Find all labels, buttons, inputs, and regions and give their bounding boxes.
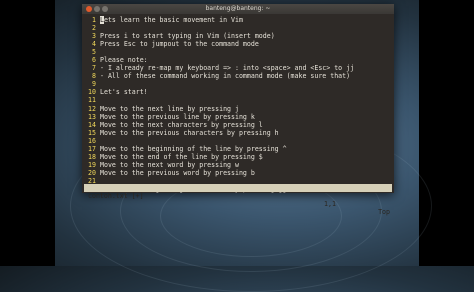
line-text: Press i to start typing in Vim (insert m… (100, 32, 275, 41)
terminal-window[interactable]: banteng@banteng: ~ 1 Lets learn the basic… (82, 4, 394, 216)
line-text: Move to the next line by pressing j (100, 104, 239, 113)
line-text: Let's start! (100, 88, 148, 97)
letterbox-left (0, 0, 55, 266)
line-text: Move to the beginning of the line by pre… (100, 144, 287, 153)
editor-line[interactable]: 11 (84, 96, 392, 104)
line-number: 17 (88, 144, 96, 153)
editor-line[interactable]: 9 (84, 80, 392, 88)
editor-line[interactable]: 10 Let's start! (84, 88, 392, 96)
line-number: 10 (88, 88, 96, 97)
window-title: banteng@banteng: ~ (205, 5, 271, 12)
line-number: 3 (92, 32, 96, 41)
line-text: - I already re-map my keyboard => : into… (100, 64, 355, 73)
status-scroll-percent: Top (378, 208, 390, 216)
line-text (100, 137, 392, 145)
line-number: 8 (92, 72, 96, 81)
editor-line[interactable]: 1 Lets learn the basic movement in Vim (84, 16, 392, 24)
editor-line[interactable]: 14 Move to the next characters by pressin… (84, 121, 392, 129)
line-number: 7 (92, 64, 96, 73)
line-number: 18 (88, 152, 96, 161)
editor-line[interactable]: 15 Move to the previous characters by pre… (84, 129, 392, 137)
line-number: 14 (88, 120, 96, 129)
line-text (100, 96, 392, 104)
editor-line[interactable]: 17 Move to the beginning of the line by p… (84, 145, 392, 153)
line-number: 11 (88, 96, 96, 105)
text-cursor: L (100, 16, 104, 24)
line-text: Move to the next word by pressing w (100, 160, 239, 169)
line-text: Move to the previous word by pressing b (100, 168, 255, 177)
line-number: 2 (92, 24, 96, 33)
status-cursor-position: 1,1 (324, 200, 336, 208)
editor-line[interactable]: 20 Move to the previous word by pressing … (84, 169, 392, 177)
line-number: 9 (92, 80, 96, 89)
vim-editor[interactable]: 1 Lets learn the basic movement in Vim 2 3 P… (84, 16, 392, 193)
line-text: Move to the next characters by pressing … (100, 120, 263, 129)
line-number: 1 (92, 16, 96, 24)
line-text (100, 24, 392, 32)
line-text: - All of these command working in comman… (100, 72, 351, 81)
editor-line[interactable]: 19 Move to the next word by pressing w (84, 161, 392, 169)
editor-line[interactable]: 3 Press i to start typing in Vim (insert … (84, 32, 392, 40)
line-text (100, 48, 392, 56)
line-text (100, 80, 392, 88)
editor-line[interactable]: 5 (84, 48, 392, 56)
line-number: 5 (92, 48, 96, 57)
line-number: 19 (88, 160, 96, 169)
editor-line[interactable]: 8 - All of these command working in comma… (84, 72, 392, 80)
line-number: 16 (88, 136, 96, 145)
editor-line[interactable]: 12 Move to the next line by pressing j (84, 105, 392, 113)
title-bar[interactable]: banteng@banteng: ~ (82, 4, 394, 14)
line-number: 13 (88, 112, 96, 121)
editor-line[interactable]: 18 Move to the end of the line by pressin… (84, 153, 392, 161)
line-text: Move to the previous line by pressing k (100, 112, 255, 121)
editor-line[interactable]: 2 (84, 24, 392, 32)
line-text: Please note: (100, 56, 148, 65)
line-number: 4 (92, 40, 96, 49)
editor-line[interactable]: 6 Please note: (84, 56, 392, 64)
line-text: Press Esc to jumpout to the command mode (100, 40, 259, 49)
line-number: 20 (88, 168, 96, 177)
line-text: Lets learn the basic movement in Vim (100, 16, 243, 24)
line-number: 6 (92, 56, 96, 65)
editor-line[interactable]: 16 (84, 137, 392, 145)
line-number: 15 (88, 128, 96, 137)
status-filename: contoh.txt [+] (88, 192, 144, 200)
vim-statusline: contoh.txt [+] 1,1 Top (84, 184, 392, 216)
line-text: Move to the previous characters by press… (100, 128, 279, 137)
letterbox-right (419, 0, 474, 266)
line-text: Move to the end of the line by pressing … (100, 152, 263, 161)
editor-line[interactable]: 4 Press Esc to jumpout to the command mod… (84, 40, 392, 48)
editor-line[interactable]: 7 - I already re-map my keyboard => : int… (84, 64, 392, 72)
line-number: 12 (88, 104, 96, 113)
editor-line[interactable]: 13 Move to the previous line by pressing … (84, 113, 392, 121)
